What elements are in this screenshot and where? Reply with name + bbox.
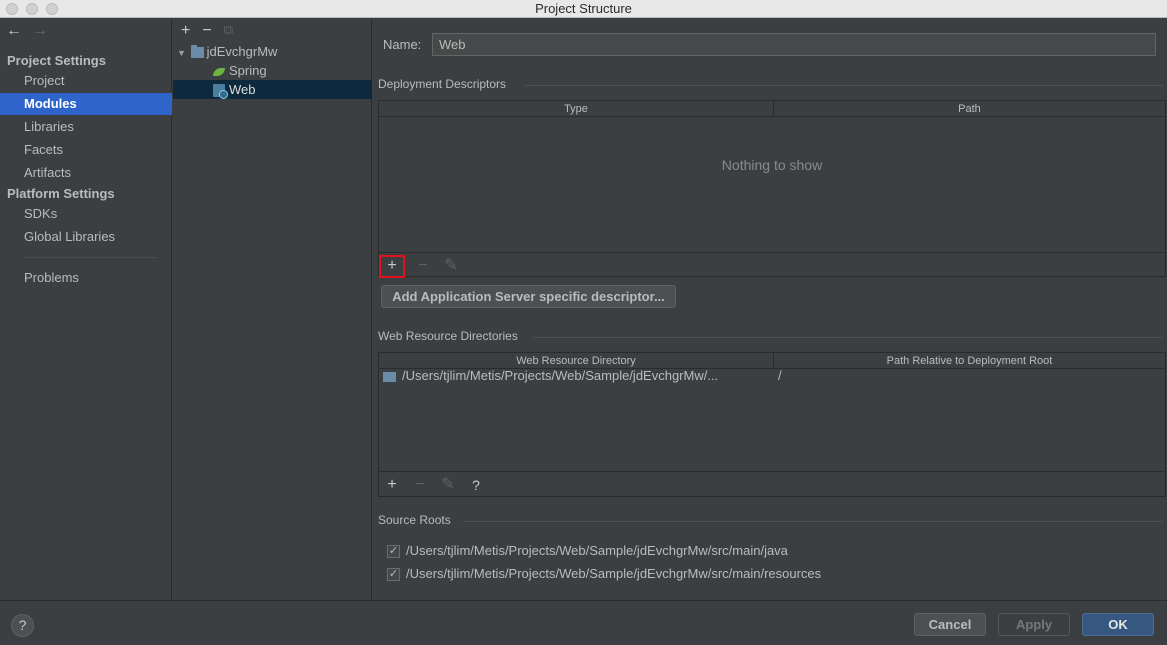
help-button[interactable]: ? bbox=[11, 614, 34, 637]
back-arrow-icon[interactable]: ← bbox=[6, 22, 22, 40]
edit-descriptor-button[interactable]: ✎ bbox=[443, 257, 459, 275]
window-title: Project Structure bbox=[535, 1, 632, 16]
source-root-checkbox[interactable]: ✓ bbox=[387, 568, 400, 582]
web-resource-help-button[interactable]: ? bbox=[468, 476, 484, 494]
tree-toolbar: + − ⧉ bbox=[181, 22, 233, 40]
tree-item-label: Web bbox=[229, 82, 256, 97]
group-divider bbox=[463, 521, 1163, 522]
copy-module-button[interactable]: ⧉ bbox=[224, 22, 233, 40]
table-toolbar-divider bbox=[379, 471, 1165, 472]
group-divider bbox=[525, 85, 1163, 86]
apply-button[interactable]: Apply bbox=[998, 613, 1070, 636]
nav-item-libraries[interactable]: Libraries bbox=[0, 116, 172, 138]
project-settings-heading: Project Settings bbox=[7, 53, 106, 68]
add-web-resource-button[interactable]: + bbox=[384, 476, 400, 494]
settings-nav-panel: ← → Project Settings Project Modules Lib… bbox=[0, 19, 172, 600]
tree-item-spring[interactable]: Spring bbox=[173, 61, 372, 80]
table-header: Type Path bbox=[379, 101, 1165, 117]
group-divider bbox=[533, 337, 1163, 338]
tree-item-label: Spring bbox=[229, 63, 267, 78]
web-facet-settings: Name: Web Deployment Descriptors Type Pa… bbox=[373, 19, 1167, 600]
nav-item-modules[interactable]: Modules bbox=[0, 93, 172, 115]
tree-root-module[interactable]: ▼ jdEvchgrMw bbox=[173, 42, 372, 61]
module-folder-icon bbox=[190, 45, 204, 59]
empty-table-message: Nothing to show bbox=[721, 157, 823, 173]
nav-item-project[interactable]: Project bbox=[0, 70, 172, 92]
web-directory-icon bbox=[383, 371, 396, 382]
column-header-path[interactable]: Path bbox=[774, 101, 1165, 117]
descriptor-toolbar: + − ✎ bbox=[379, 254, 459, 278]
forward-arrow-icon[interactable]: → bbox=[32, 22, 48, 40]
source-root-item[interactable]: ✓ /Users/tjlim/Metis/Projects/Web/Sample/… bbox=[387, 566, 822, 582]
web-resource-directories-title: Web Resource Directories bbox=[378, 329, 518, 343]
deployment-descriptors-title: Deployment Descriptors bbox=[378, 77, 507, 91]
web-resource-toolbar: + − ✎ ? bbox=[384, 473, 484, 497]
spring-leaf-icon bbox=[213, 67, 225, 76]
nav-arrows: ← → bbox=[6, 22, 48, 40]
nav-item-global-libraries[interactable]: Global Libraries bbox=[0, 226, 172, 248]
tree-item-web[interactable]: Web bbox=[173, 80, 372, 100]
source-roots-title: Source Roots bbox=[378, 513, 451, 527]
remove-descriptor-button[interactable]: − bbox=[415, 257, 431, 275]
remove-module-button[interactable]: − bbox=[202, 22, 211, 40]
window-titlebar: Project Structure bbox=[0, 0, 1167, 18]
add-app-server-descriptor-button[interactable]: Add Application Server specific descript… bbox=[381, 285, 676, 308]
remove-web-resource-button[interactable]: − bbox=[412, 476, 428, 494]
web-resource-directory-cell: /Users/tjlim/Metis/Projects/Web/Sample/j… bbox=[402, 368, 719, 383]
source-root-path: /Users/tjlim/Metis/Projects/Web/Sample/j… bbox=[406, 543, 788, 558]
table-toolbar-divider bbox=[379, 252, 1165, 253]
web-facet-icon bbox=[213, 84, 228, 100]
deployment-descriptors-table: Type Path Nothing to show + − ✎ bbox=[378, 100, 1166, 278]
name-field[interactable]: Web bbox=[432, 33, 1156, 56]
deployment-path-cell[interactable]: / bbox=[778, 368, 782, 383]
ok-button[interactable]: OK bbox=[1082, 613, 1154, 636]
edit-web-resource-button[interactable]: ✎ bbox=[440, 476, 456, 494]
column-header-path-relative[interactable]: Path Relative to Deployment Root bbox=[774, 353, 1165, 369]
source-root-checkbox[interactable]: ✓ bbox=[387, 545, 400, 559]
nav-item-problems[interactable]: Problems bbox=[0, 267, 172, 289]
web-resource-directories-table: Web Resource Directory Path Relative to … bbox=[378, 352, 1166, 497]
cancel-button[interactable]: Cancel bbox=[914, 613, 986, 636]
add-descriptor-button[interactable]: + bbox=[379, 254, 405, 278]
name-label: Name: bbox=[383, 37, 422, 52]
source-root-path: /Users/tjlim/Metis/Projects/Web/Sample/j… bbox=[406, 566, 822, 581]
column-header-web-resource-directory[interactable]: Web Resource Directory bbox=[379, 353, 774, 369]
add-module-button[interactable]: + bbox=[181, 22, 190, 40]
nav-separator bbox=[24, 257, 158, 258]
table-header: Web Resource Directory Path Relative to … bbox=[379, 353, 1165, 369]
nav-item-facets[interactable]: Facets bbox=[0, 139, 172, 161]
module-tree-panel: + − ⧉ ▼ jdEvchgrMw Spring Web bbox=[173, 19, 372, 600]
nav-item-sdks[interactable]: SDKs bbox=[0, 203, 172, 225]
platform-settings-heading: Platform Settings bbox=[7, 186, 115, 201]
dialog-button-bar: ? Cancel Apply OK bbox=[0, 600, 1167, 645]
tree-root-label: jdEvchgrMw bbox=[206, 44, 278, 59]
table-row[interactable]: /Users/tjlim/Metis/Projects/Web/Sample/j… bbox=[383, 368, 718, 383]
source-root-item[interactable]: ✓ /Users/tjlim/Metis/Projects/Web/Sample/… bbox=[387, 543, 788, 559]
nav-item-artifacts[interactable]: Artifacts bbox=[0, 162, 172, 184]
column-header-type[interactable]: Type bbox=[379, 101, 774, 117]
